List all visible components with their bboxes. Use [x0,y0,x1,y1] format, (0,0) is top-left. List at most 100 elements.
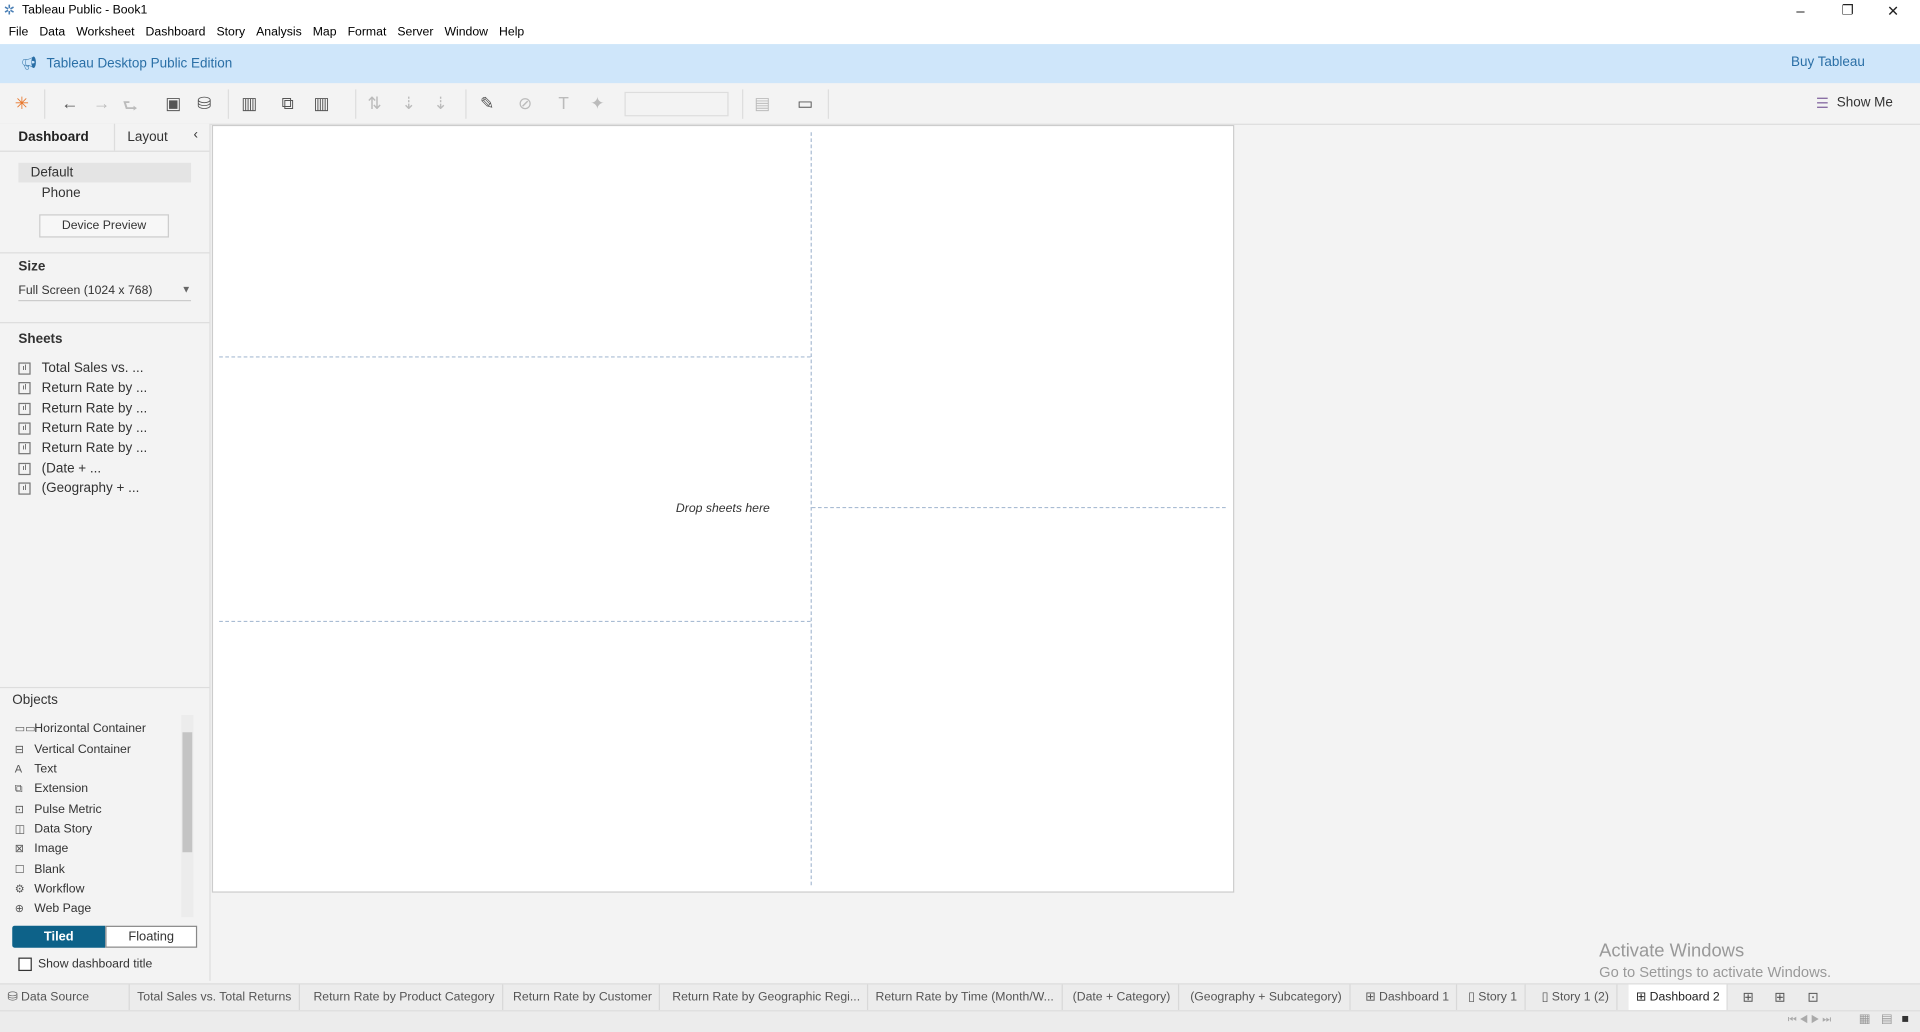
dashboard-tab[interactable]: ⊞ Dashboard 1 [1358,984,1458,1011]
collapse-icon[interactable]: ‹ [193,127,197,142]
fit-dropdown[interactable] [624,91,729,117]
tableau-icon[interactable]: ✳ [15,93,29,114]
swap-icon[interactable]: ⇅ [367,93,381,114]
sheet-tabs: ⛁ Data Source Total Sales vs. Total Retu… [0,983,1920,1012]
book-icon: ◫ [14,822,26,836]
sheet-item[interactable]: ıl (Date + ... [18,462,101,476]
sort-descending-icon[interactable]: ⇣ [433,93,447,114]
bar-chart-icon: ıl [18,382,31,395]
bar-chart-icon: ıl [18,482,31,495]
menu-worksheet[interactable]: Worksheet [76,26,134,39]
bar-chart-icon: ıl [18,422,31,435]
show-me-icon[interactable]: ☰ [1816,94,1829,111]
sheet-item[interactable]: ıl Return Rate by ... [18,441,147,456]
menu-dashboard[interactable]: Dashboard [146,26,206,39]
tab-layout[interactable]: Layout [127,130,167,145]
sheet-item[interactable]: ıl (Geography + ... [18,481,139,496]
save-icon[interactable]: ▣ [165,93,181,114]
edition-banner: 📢︎ Tableau Desktop Public Edition Buy Ta… [0,44,1920,84]
object-text[interactable]: A Text [15,763,57,776]
size-heading: Size [18,259,46,275]
chevron-down-icon: ▼ [181,284,192,296]
status-bar: ⏮ ◀ ▶ ⏭ ▦ ▤ ■ [0,1010,1920,1032]
presentation-icon[interactable]: ▭ [797,93,813,114]
menu-analysis[interactable]: Analysis [256,26,302,39]
show-me-button[interactable]: Show Me [1837,96,1893,111]
bar-chart-icon: ıl [18,442,31,455]
floating-button[interactable]: Floating [105,925,198,948]
sheet-item[interactable]: ıl Return Rate by ... [18,402,147,416]
menu-server[interactable]: Server [397,26,433,39]
tabs-view-icon[interactable]: ■ [1902,1013,1909,1026]
object-blank[interactable]: ☐ Blank [15,863,65,876]
duplicate-sheet-icon[interactable]: ⧉ [282,93,294,114]
object-image[interactable]: ⊠ Image [15,842,69,855]
group-icon[interactable]: ⊘ [518,93,532,114]
size-dropdown[interactable]: Full Screen (1024 x 768) ▼ [18,282,191,302]
grid-view-icon[interactable]: ▦ [1859,1013,1871,1026]
redo-icon[interactable]: → [93,93,110,113]
menu-help[interactable]: Help [499,26,524,39]
tab-dashboard[interactable]: Dashboard [18,130,88,145]
tiled-button[interactable]: Tiled [12,925,106,948]
story-tab[interactable]: ▯ Story 1 [1461,984,1526,1011]
filmstrip-view-icon[interactable]: ▤ [1881,1013,1893,1026]
object-horizontal-container[interactable]: ▭▭Horizontal Container [15,722,146,735]
menu-file[interactable]: File [9,26,29,39]
object-vertical-container[interactable]: ⊟ Vertical Container [15,743,131,756]
object-pulse-metric[interactable]: ⊡ Pulse Metric [15,803,102,816]
sheet-item[interactable]: ıl Return Rate by ... [18,421,147,436]
sheet-tab[interactable]: (Geography + Subcategory) [1183,984,1351,1011]
menu-story[interactable]: Story [216,26,245,39]
device-preview-button[interactable]: Device Preview [39,214,169,238]
object-web-page[interactable]: ⊕ Web Page [15,902,92,915]
cards-icon[interactable]: ▤ [754,93,770,114]
sheet-tab[interactable]: Total Sales vs. Total Returns [130,984,301,1011]
close-button[interactable]: ✕ [1887,2,1899,19]
toolbar: ✳ ← → ⮑ ▣ ⛁ ▥ ⧉ ▥ ⇅ ⇣ ⇣ ✎ ⊘ T ✦ ▤ ▭ ☰ Sh… [0,83,1920,125]
new-dashboard-tab-icon[interactable]: ⊞ [1774,989,1785,1006]
replay-icon[interactable]: ⮑ [122,93,137,122]
blank-icon: ☐ [14,863,25,876]
buy-tableau-link[interactable]: Buy Tableau [1791,55,1865,70]
vertical-container-icon: ⊟ [14,743,24,756]
restore-button[interactable]: ❐ [1842,2,1854,19]
bar-chart-icon: ıl [18,462,31,476]
sheet-tab[interactable]: Return Rate by Product Category [306,984,504,1011]
object-workflow[interactable]: ⚙ Workflow [15,883,85,896]
objects-scrollbar[interactable] [181,715,194,918]
dashboard-canvas[interactable]: Drop sheets here [211,124,1235,893]
pin-icon[interactable]: ✦ [590,93,604,114]
dashboard-tab-active[interactable]: ⊞ Dashboard 2 [1628,984,1729,1011]
new-worksheet-icon[interactable]: ▥ [241,93,257,114]
dashboard-sidebar: Dashboard Layout ‹ Default Phone Device … [0,123,211,981]
sort-ascending-icon[interactable]: ⇣ [402,93,416,114]
device-default[interactable]: Default [31,165,74,180]
tab-data-source[interactable]: ⛁ Data Source [0,984,130,1011]
tab-navigation-icon[interactable]: ⏮ ◀ ▶ ⏭ [1788,1014,1831,1026]
sheet-tab[interactable]: Return Rate by Time (Month/W... [868,984,1063,1011]
sheet-item[interactable]: ıl Return Rate by ... [18,381,147,396]
labels-icon[interactable]: T [558,93,568,113]
clear-sheet-icon[interactable]: ▥ [313,93,329,114]
menu-format[interactable]: Format [348,26,387,39]
minimize-button[interactable]: – [1796,2,1804,19]
object-extension[interactable]: ⧉ Extension [15,782,88,795]
menu-window[interactable]: Window [444,26,488,39]
show-title-checkbox[interactable] [18,957,32,972]
menu-data[interactable]: Data [39,26,65,39]
menu-map[interactable]: Map [313,26,337,39]
workflow-icon: ⚙ [14,882,25,896]
story-tab[interactable]: ▯ Story 1 (2) [1534,984,1618,1011]
device-phone[interactable]: Phone [42,186,81,201]
sheet-tab[interactable]: (Date + Category) [1065,984,1179,1011]
object-data-story[interactable]: ◫ Data Story [15,823,92,836]
undo-icon[interactable]: ← [61,93,78,113]
new-worksheet-tab-icon[interactable]: ⊞ [1742,989,1753,1006]
sheet-tab[interactable]: Return Rate by Customer [506,984,661,1011]
new-story-tab-icon[interactable]: ⊡ [1807,989,1818,1006]
sheet-item[interactable]: ıl Total Sales vs. ... [18,361,143,376]
new-datasource-icon[interactable]: ⛁ [197,93,211,114]
sheet-tab[interactable]: Return Rate by Geographic Regi... [665,984,869,1011]
highlight-icon[interactable]: ✎ [480,93,494,114]
